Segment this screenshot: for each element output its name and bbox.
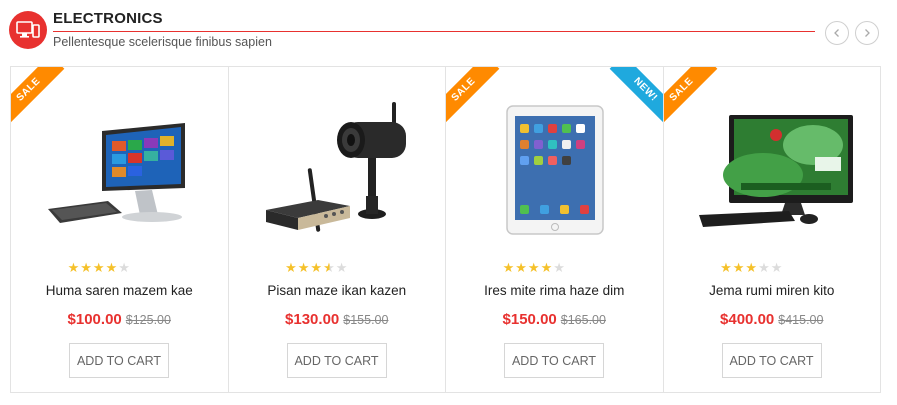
product-price: $130.00: [285, 311, 340, 328]
product-old-price: $125.00: [125, 313, 171, 327]
monitor-phone-icon: [9, 11, 47, 49]
star-icon: ★: [758, 260, 771, 275]
product-price: $150.00: [502, 311, 557, 328]
product-name[interactable]: Huma saren mazem kae: [11, 283, 228, 298]
star-icon: ★: [285, 260, 298, 275]
product-name[interactable]: Ires mite rima haze dim: [446, 283, 663, 298]
product-name[interactable]: Jema rumi miren kito: [664, 283, 881, 298]
category-header: ELECTRONICS Pellentesque scelerisque fin…: [0, 0, 897, 60]
product-grid: SALE ★★★★★ Huma saren mazem kae $100.00 …: [10, 66, 881, 393]
chevron-right-icon: [865, 29, 870, 37]
star-icon: ★: [515, 260, 528, 275]
product-old-price: $165.00: [560, 313, 606, 327]
star-icon: ★: [553, 260, 566, 275]
product-card[interactable]: SALE ★★★★★ Jema rumi miren kito $400.00 $…: [663, 67, 881, 392]
rating-stars: ★★★★★: [664, 260, 881, 276]
star-icon: ★: [720, 260, 733, 275]
add-to-cart-button[interactable]: ADD TO CART: [504, 343, 604, 378]
star-icon: ★: [118, 260, 131, 275]
title-underline: [53, 31, 815, 32]
star-icon: ★: [310, 260, 324, 275]
product-card[interactable]: ★★★★★ Pisan maze ikan kazen $130.00 $155.…: [229, 67, 446, 392]
add-to-cart-button[interactable]: ADD TO CART: [286, 343, 387, 378]
product-price: $400.00: [720, 311, 775, 328]
star-icon: ★: [80, 260, 93, 275]
star-icon: ★: [732, 260, 746, 275]
product-image[interactable]: [249, 87, 427, 252]
add-to-cart-button[interactable]: ADD TO CART: [69, 343, 169, 378]
star-icon: ★: [527, 260, 541, 275]
category-subtitle: Pellentesque scelerisque finibus sapien: [53, 35, 272, 49]
rating-stars: ★★★★★: [229, 260, 446, 276]
product-prices: $100.00 $125.00: [11, 311, 228, 329]
chevron-left-icon: [834, 29, 839, 37]
product-old-price: $155.00: [343, 313, 389, 327]
product-prices: $130.00 $155.00: [229, 311, 446, 329]
star-icon: ★: [105, 260, 119, 275]
product-prices: $150.00 $165.00: [446, 311, 663, 329]
security-camera-and-receiver-image: [265, 101, 406, 232]
product-name[interactable]: Pisan maze ikan kazen: [229, 283, 446, 298]
star-icon: ★: [502, 260, 516, 275]
monitor-with-keyboard-image: [698, 114, 853, 227]
carousel-next-button[interactable]: [855, 21, 879, 45]
star-icon: ★: [745, 260, 759, 275]
star-icon: ★: [92, 260, 106, 275]
rating-stars: ★★★★★: [11, 260, 228, 276]
product-prices: $400.00 $415.00: [664, 311, 881, 329]
rating-stars: ★★★★★: [446, 260, 663, 276]
product-image[interactable]: [31, 87, 209, 252]
tablet-image: [506, 104, 604, 235]
star-icon: ★: [770, 260, 784, 275]
product-card[interactable]: SALE ★★★★★ Huma saren mazem kae $100.00 …: [11, 67, 229, 392]
product-image[interactable]: [684, 87, 862, 252]
all-in-one-pc-with-keyboard-image: [48, 122, 185, 223]
product-image[interactable]: [466, 87, 644, 252]
star-icon: ★: [335, 260, 349, 275]
star-icon: ★: [67, 260, 81, 275]
product-card[interactable]: SALE NEW! ★★★★★ Ires mite rima haze dim …: [446, 67, 664, 392]
star-half-icon: ★: [323, 260, 336, 275]
product-price: $100.00: [67, 311, 122, 328]
star-icon: ★: [540, 260, 554, 275]
product-old-price: $415.00: [778, 313, 824, 327]
carousel-prev-button[interactable]: [825, 21, 849, 45]
add-to-cart-button[interactable]: ADD TO CART: [721, 343, 822, 378]
category-title: ELECTRONICS: [53, 10, 163, 27]
star-icon: ★: [297, 260, 311, 275]
